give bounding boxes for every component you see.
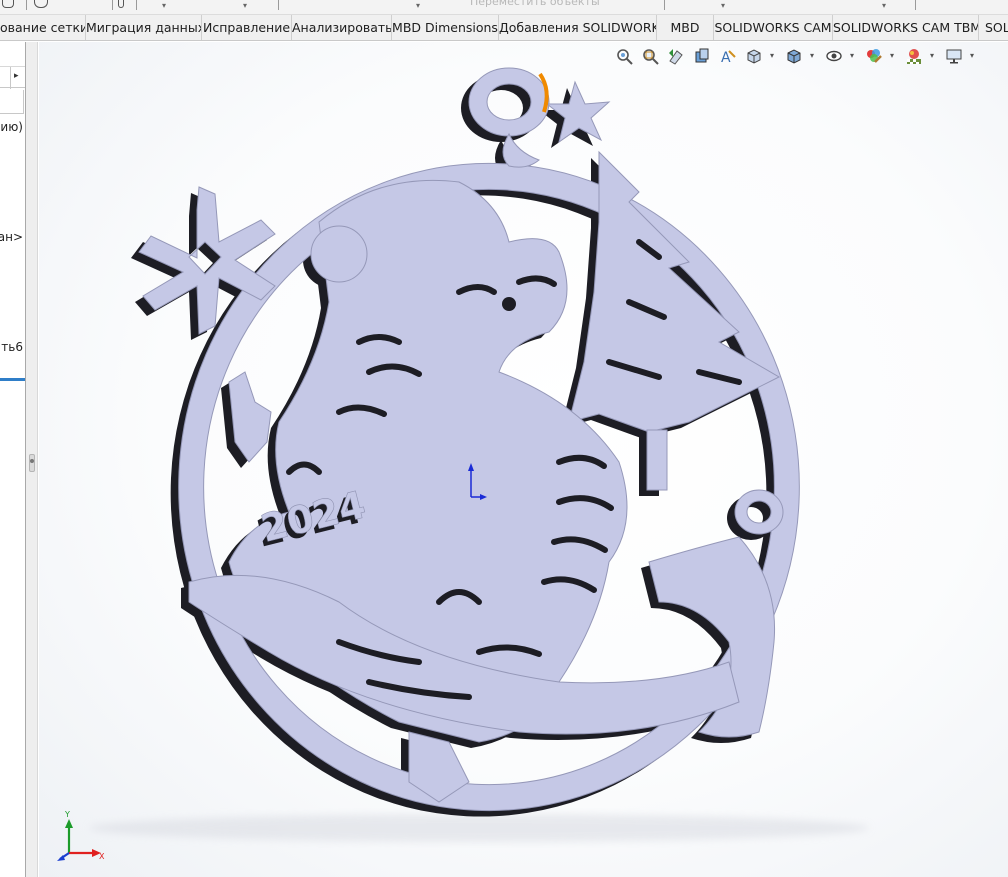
ornament-face-5[interactable] xyxy=(568,150,781,433)
dynamic-annotation-views-icon[interactable]: A xyxy=(718,46,738,66)
zoom-to-area-icon[interactable] xyxy=(640,46,660,66)
tab-4[interactable]: MBD Dimensions xyxy=(392,15,499,40)
ornament-face-1[interactable] xyxy=(468,67,550,137)
triad-y-label: Y xyxy=(64,810,70,819)
dropdown-arrow-icon[interactable]: ▾ xyxy=(850,46,858,66)
partial-toolbar-icon[interactable] xyxy=(2,0,14,8)
tab-2[interactable]: Исправление xyxy=(202,15,292,40)
partial-toolbar-icon[interactable] xyxy=(34,0,48,8)
dropdown-arrow-icon[interactable]: ▾ xyxy=(810,46,818,66)
display-style-icon[interactable] xyxy=(784,46,804,66)
tab-0[interactable]: ование сетки xyxy=(0,15,86,40)
part-faces[interactable] xyxy=(138,67,800,812)
view-orientation-icon[interactable] xyxy=(744,46,764,66)
dropdown-arrow-icon[interactable]: ▾ xyxy=(162,1,166,10)
zoom-to-fit-icon[interactable] xyxy=(614,46,634,66)
dropdown-arrow-icon[interactable]: ▾ xyxy=(890,46,898,66)
heads-up-view-toolbar: A ▾ ▾ ▾ ▾ ▾ ▾ xyxy=(614,45,984,67)
feature-tree-item[interactable]: ть6 xyxy=(1,340,23,354)
partial-toolbar-icon[interactable] xyxy=(118,0,124,8)
dropdown-arrow-icon[interactable]: ▾ xyxy=(416,1,420,10)
graphics-area[interactable]: 2024 2024 A ▾ ▾ ▾ ▾ ▾ ▾ Y X xyxy=(39,42,1008,877)
collapse-panel-handle[interactable] xyxy=(29,454,35,472)
tab-5[interactable]: Добавления SOLIDWORKS xyxy=(499,15,657,40)
feature-tree-item[interactable]: зан> xyxy=(0,230,23,244)
tab-7[interactable]: SOLIDWORKS CAM xyxy=(714,15,833,40)
feature-tree-item[interactable]: ию) xyxy=(0,120,23,134)
tab-8[interactable]: SOLIDWORKS CAM TBM xyxy=(833,15,979,40)
reference-triad: Y X xyxy=(57,810,105,861)
previous-view-icon[interactable] xyxy=(666,46,686,66)
section-view-icon[interactable] xyxy=(692,46,712,66)
dropdown-arrow-icon[interactable]: ▾ xyxy=(721,1,725,10)
scroll-right-icon[interactable]: ▸ xyxy=(14,71,19,81)
dragon-eye xyxy=(502,297,516,311)
dropdown-arrow-icon[interactable]: ▾ xyxy=(770,46,778,66)
ornament-face-9[interactable] xyxy=(734,489,784,535)
panel-filter-box[interactable] xyxy=(0,90,24,114)
move-objects-label[interactable]: Переместить объекты xyxy=(470,0,600,8)
edit-appearance-icon[interactable] xyxy=(864,46,884,66)
feature-manager-panel: ▸ ию) зан> ть6 xyxy=(0,42,26,877)
floor-shadow xyxy=(89,814,869,842)
view-settings-icon[interactable] xyxy=(944,46,964,66)
dropdown-arrow-icon[interactable]: ▾ xyxy=(882,1,886,10)
command-manager-tabs: ование сетки Миграция данных Исправление Ан… xyxy=(0,15,1008,41)
dropdown-arrow-icon[interactable]: ▾ xyxy=(243,1,247,10)
selected-item-highlight xyxy=(0,378,25,381)
solidworks-window: ▾ ▾ ▾ Переместить объекты ▾ ▾ ование сет… xyxy=(0,0,1008,877)
apply-scene-icon[interactable] xyxy=(904,46,924,66)
dropdown-arrow-icon[interactable]: ▾ xyxy=(930,46,938,66)
hide-show-items-icon[interactable] xyxy=(824,46,844,66)
ornament-face-2[interactable] xyxy=(502,132,540,168)
ornament-face-6[interactable] xyxy=(646,429,668,491)
quick-toolbar-strip: ▾ ▾ ▾ Переместить объекты ▾ ▾ xyxy=(0,0,1008,15)
triad-x-label: X xyxy=(99,852,105,861)
panel-splitter[interactable] xyxy=(26,42,38,877)
ornament-face-8[interactable] xyxy=(310,225,368,283)
tab-1[interactable]: Миграция данных xyxy=(86,15,202,40)
tab-3[interactable]: Анализировать xyxy=(292,15,392,40)
dropdown-arrow-icon[interactable]: ▾ xyxy=(970,46,978,66)
ornament-model[interactable]: 2024 2024 xyxy=(39,42,1008,877)
tab-9[interactable]: SOL xyxy=(979,15,1008,40)
panel-nav-bar: ▸ xyxy=(0,66,25,89)
tab-6[interactable]: MBD xyxy=(657,15,714,40)
